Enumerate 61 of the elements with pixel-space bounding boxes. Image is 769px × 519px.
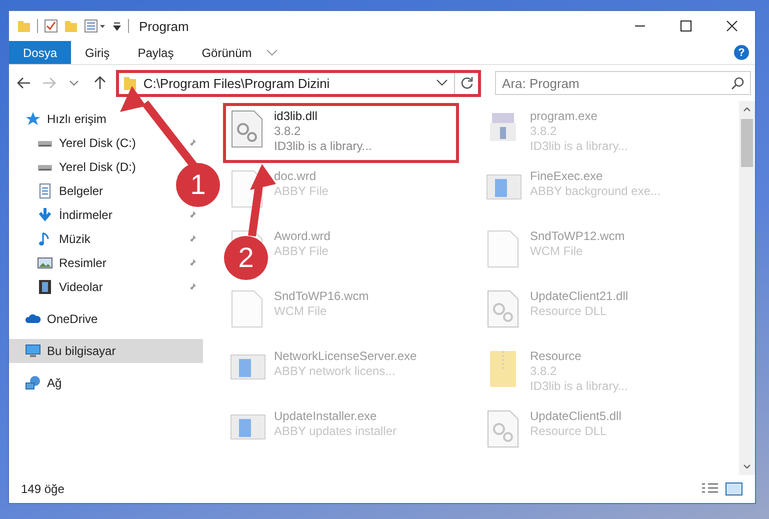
ribbon-tab[interactable]: Görünüm	[188, 41, 266, 64]
ribbon-tab[interactable]: Dosya	[9, 41, 72, 64]
file-detail: 3.8.2	[530, 364, 558, 378]
chevron-up-icon[interactable]	[743, 106, 751, 112]
file-detail: ABBY File	[274, 184, 328, 198]
sidebar-item[interactable]: Müzik	[9, 227, 203, 251]
window-title: Program	[139, 18, 189, 34]
sidebar-item[interactable]: OneDrive	[9, 307, 104, 331]
sidebar-item[interactable]: Yerel Disk (C:)	[9, 131, 203, 155]
folder-icon	[123, 75, 138, 91]
sidebar-item[interactable]: Yerel Disk (D:)	[9, 155, 142, 179]
forward-icon	[40, 75, 57, 91]
maximize-icon	[680, 20, 692, 32]
file-name: id3lib.dll	[274, 109, 318, 123]
chevron-icon	[69, 80, 80, 86]
download-icon	[37, 207, 53, 223]
help-button[interactable]: ?	[734, 45, 749, 60]
back-icon	[16, 75, 32, 91]
folder-icon	[17, 19, 31, 33]
address-path[interactable]: C:\Program Files\Program Dizini	[143, 76, 430, 90]
scrollbar[interactable]	[739, 101, 755, 475]
file-detail: Resource DLL	[530, 424, 608, 438]
file-detail: ABBY File	[274, 244, 330, 258]
ribbon-tab[interactable]: Giriş	[71, 41, 124, 64]
sidebar-item[interactable]: Ağ	[9, 371, 68, 395]
file-detail: Resource DLL	[530, 304, 608, 318]
network-icon	[25, 375, 41, 391]
search-field[interactable]: Ara: Program	[495, 71, 752, 95]
file-detail: ABBY updates installer	[274, 424, 397, 438]
chevron-icon[interactable]	[436, 79, 448, 87]
file-detail: 3.8.2	[530, 124, 558, 138]
close-icon	[726, 20, 738, 32]
sidebar-item[interactable]: Bu bilgisayar	[9, 339, 203, 363]
file-item[interactable]: id3lib.dll 3.8.2 ID3lib is a library...	[223, 103, 459, 163]
file-detail: WCM File	[530, 244, 584, 258]
picture-icon	[37, 255, 53, 271]
address-bar[interactable]: C:\Program Files\Program Dizini	[116, 70, 482, 96]
document-icon	[37, 183, 53, 199]
large-icons-view-icon[interactable]	[725, 482, 743, 496]
file-detail: WCM File	[274, 304, 328, 318]
chevron-down-icon[interactable]	[743, 464, 751, 470]
monitor-icon	[25, 343, 41, 359]
file-detail: ID3lib is a library...	[530, 139, 628, 153]
file-detail: ID3lib is a library...	[274, 139, 372, 153]
sidebar-item[interactable]: Belgeler	[9, 179, 110, 203]
ribbon-tab[interactable]: Paylaş	[124, 41, 188, 64]
file-detail: ABBY network licens...	[274, 364, 396, 378]
sidebar-item[interactable]: Hızlı erişim	[9, 107, 112, 131]
file-detail: 3.8.2	[274, 124, 302, 138]
file-detail: ID3lib is a library...	[530, 379, 628, 393]
scrollbar-thumb[interactable]	[741, 119, 753, 167]
star-icon	[25, 111, 41, 127]
sidebar-item[interactable]: Videolar	[9, 275, 203, 299]
film-icon	[37, 279, 53, 295]
refresh-icon	[460, 76, 474, 90]
properties-icon[interactable]	[84, 19, 106, 33]
search-icon	[731, 76, 746, 90]
sidebar-item[interactable]: Resimler	[9, 251, 203, 275]
item-count: 149 öğe	[21, 482, 66, 496]
file-detail: ABBY background exe...	[530, 184, 661, 198]
checkmark-icon[interactable]	[44, 19, 58, 33]
